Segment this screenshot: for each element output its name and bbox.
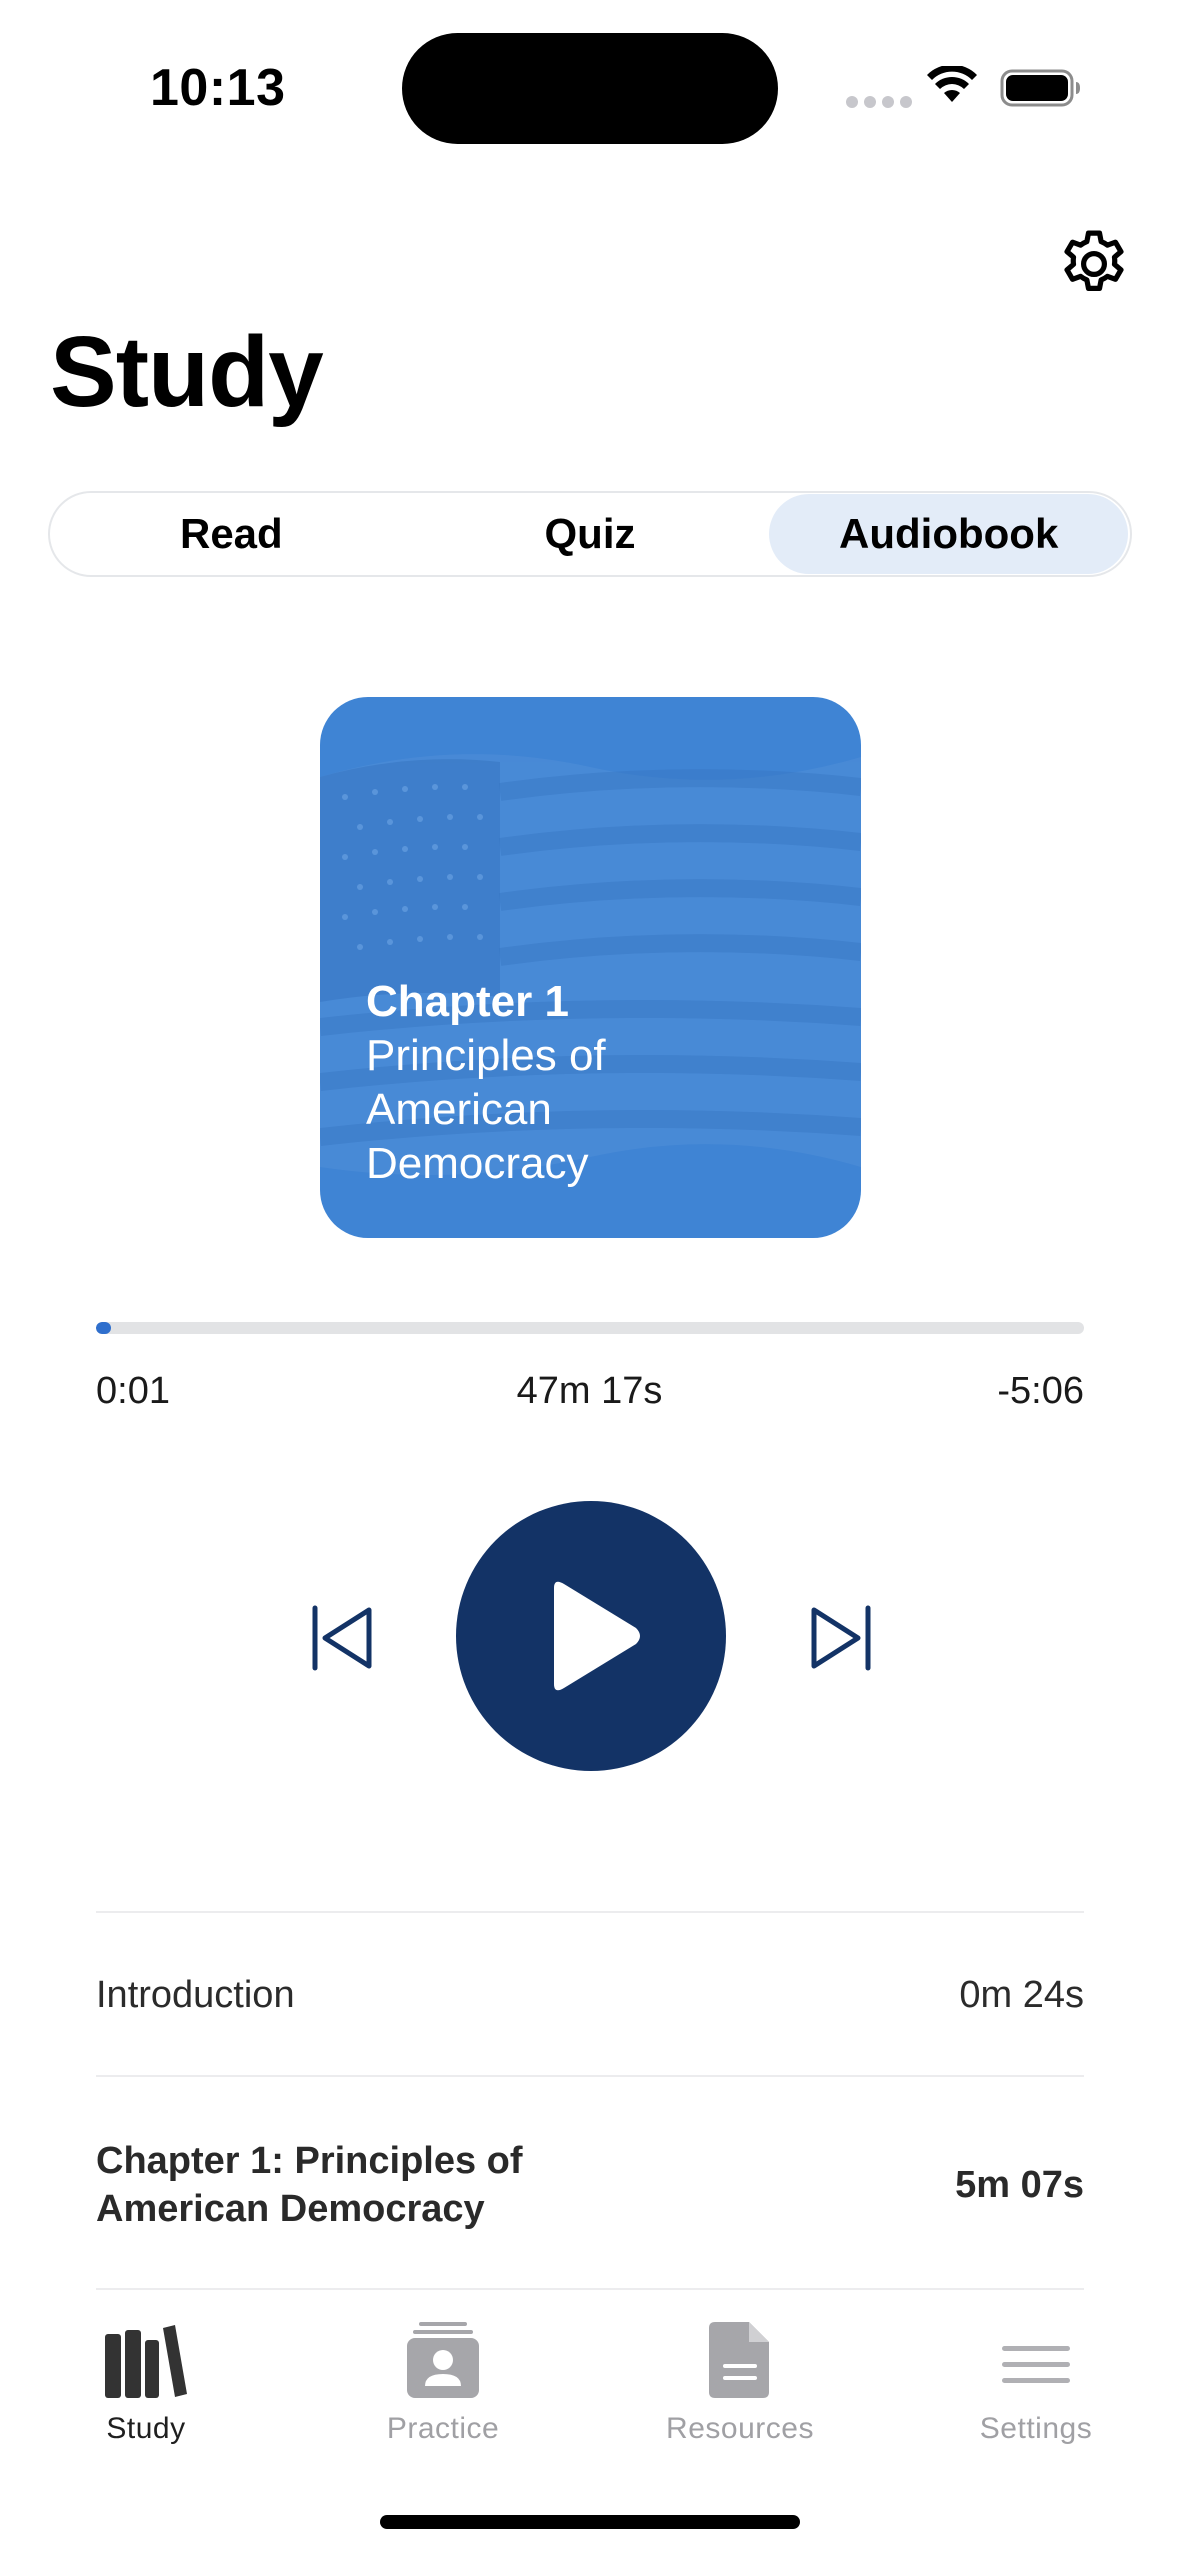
segment-read[interactable]: Read (52, 494, 411, 574)
cellular-signal-icon (846, 96, 912, 108)
tab-study[interactable]: Study (36, 2298, 256, 2448)
divider (96, 1911, 1084, 1913)
track-title: Chapter 1: Principles of American Democr… (96, 2140, 523, 2230)
tab-bar: Study Practice Resources Settings (0, 2298, 1179, 2458)
battery-icon (1000, 69, 1080, 107)
audiobook-cover: Chapter 1 Principles of American Democra… (320, 697, 861, 1238)
gear-icon (1064, 230, 1124, 291)
study-screen: 10:13 Study Read Quiz Audiobook Chapter … (0, 0, 1179, 2556)
cover-chapter-label: Chapter 1 (366, 977, 569, 1026)
hamburger-icon (986, 2310, 1086, 2400)
segment-audiobook[interactable]: Audiobook (769, 494, 1129, 574)
track-row-chapter-1[interactable]: Chapter 1: Principles of American Democr… (96, 2108, 1084, 2262)
tab-label: Study (106, 2412, 186, 2445)
next-chapter-button[interactable] (801, 1598, 881, 1678)
track-title: Introduction (96, 1973, 295, 2016)
remaining-time: -5:06 (997, 1370, 1084, 1412)
divider (96, 2075, 1084, 2077)
skip-forward-icon (811, 1605, 871, 1671)
play-icon (554, 1581, 640, 1691)
tab-resources[interactable]: Resources (630, 2298, 850, 2448)
cover-subtitle: Principles of American Democracy (366, 1031, 606, 1188)
cover-text: Chapter 1 Principles of American Democra… (366, 975, 686, 1191)
dynamic-island (402, 33, 778, 144)
playback-progress-bar[interactable] (96, 1322, 1084, 1334)
page-title: Study (50, 316, 324, 428)
tab-practice[interactable]: Practice (333, 2298, 553, 2448)
play-button[interactable] (456, 1501, 726, 1771)
settings-button[interactable] (1052, 222, 1136, 306)
track-duration: 0m 24s (959, 1973, 1084, 2016)
track-row-introduction[interactable]: Introduction 0m 24s (96, 1934, 1084, 2056)
tab-label: Resources (666, 2412, 814, 2445)
document-icon (690, 2310, 790, 2400)
tab-settings[interactable]: Settings (926, 2298, 1146, 2448)
status-time: 10:13 (150, 59, 286, 117)
wifi-icon (927, 66, 977, 102)
id-card-icon (393, 2310, 493, 2400)
tab-label: Settings (979, 2412, 1093, 2445)
track-duration: 5m 07s (955, 2163, 1084, 2206)
books-icon (96, 2310, 196, 2400)
skip-back-icon (312, 1605, 372, 1671)
segment-quiz[interactable]: Quiz (411, 494, 770, 574)
study-mode-segmented-control: Read Quiz Audiobook (48, 491, 1132, 577)
tab-label: Practice (386, 2412, 500, 2445)
divider (96, 2288, 1084, 2290)
previous-chapter-button[interactable] (302, 1598, 382, 1678)
playback-progress-fill (96, 1322, 111, 1334)
home-indicator (380, 2515, 800, 2529)
